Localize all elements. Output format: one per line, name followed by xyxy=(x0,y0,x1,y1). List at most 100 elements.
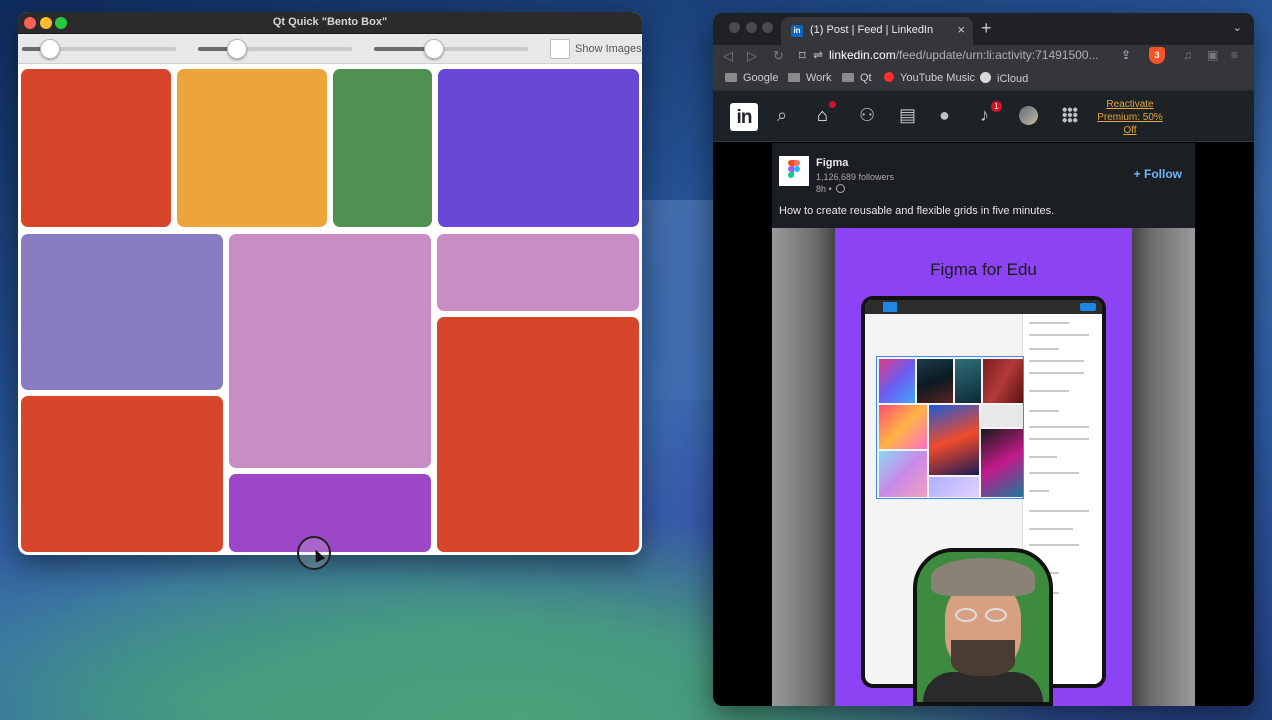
slider-3-handle[interactable] xyxy=(424,39,445,59)
tile-orange xyxy=(177,69,327,227)
site-info-icon[interactable]: ⇌ xyxy=(813,48,823,62)
search-icon[interactable]: ⌕ xyxy=(777,105,787,126)
url-path: /feed/update/urn:li:activity:71491500... xyxy=(895,48,1099,62)
thumbnail xyxy=(983,359,1023,403)
reload-icon[interactable]: ↻ xyxy=(773,48,784,64)
tile-red-bottom-left xyxy=(21,396,223,552)
slider-2[interactable] xyxy=(198,39,352,59)
panel-line xyxy=(1029,438,1089,440)
browser-window: in (1) Post | Feed | LinkedIn × + ⌄ ◁ ▷ … xyxy=(713,13,1254,706)
panel-line xyxy=(1029,456,1057,458)
extensions-icon[interactable]: ♫ xyxy=(1183,48,1192,62)
bookmark-youtube-music[interactable]: YouTube Music xyxy=(884,72,975,84)
share-icon[interactable]: ⇪ xyxy=(1121,48,1131,62)
post-time: 8h • xyxy=(816,184,846,194)
thumbnail xyxy=(929,405,979,475)
reactivate-premium-link[interactable]: Reactivate Premium: 50% Off xyxy=(1093,98,1167,137)
tile-pink-tall xyxy=(229,234,431,468)
thumbnail xyxy=(981,405,1023,427)
slider-2-handle[interactable] xyxy=(226,39,247,59)
browser-minimize-button[interactable] xyxy=(746,22,757,33)
thumbnail xyxy=(879,359,915,403)
browser-close-button[interactable] xyxy=(729,22,740,33)
home-badge xyxy=(829,101,836,108)
thumbnail xyxy=(955,359,981,403)
menu-icon[interactable]: ≡ xyxy=(1231,48,1238,62)
figma-logo-segment xyxy=(788,172,794,178)
url-input[interactable]: ⇌ linkedin.com/feed/update/urn:li:activi… xyxy=(813,45,1139,67)
messaging-icon[interactable]: ● xyxy=(939,105,950,126)
video-title: Figma for Edu xyxy=(930,260,1037,279)
tab-close-icon[interactable]: × xyxy=(957,22,965,37)
thumbnail xyxy=(981,429,1023,497)
slider-3[interactable] xyxy=(374,39,528,59)
new-tab-plus-icon[interactable]: + xyxy=(981,18,992,39)
bookmark-qt[interactable]: Qt xyxy=(842,72,872,84)
network-icon[interactable]: ⚇ xyxy=(859,105,875,126)
figma-frame xyxy=(876,356,1024,499)
forward-arrow-icon[interactable]: ▷ xyxy=(747,48,757,64)
panel-line xyxy=(1029,426,1089,428)
back-arrow-icon[interactable]: ◁ xyxy=(723,48,733,64)
brave-shields-icon[interactable]: 3 xyxy=(1149,47,1165,64)
show-images-label: Show Images xyxy=(575,43,642,55)
bookmark-icloud[interactable]: iCloud xyxy=(980,72,1028,85)
sidebar-icon[interactable]: ▣ xyxy=(1207,48,1218,62)
post-author[interactable]: Figma xyxy=(816,157,848,169)
slider-1[interactable] xyxy=(22,39,176,59)
linkedin-nav: in ⌕ ⌂ ⚇ ▤ ● ♪ 1 Reactivate Premium: 50%… xyxy=(713,91,1254,142)
thumbnail xyxy=(879,405,927,449)
apps-grid-icon[interactable] xyxy=(1062,107,1078,123)
notifications-bell-icon[interactable]: ♪ xyxy=(980,105,989,126)
tab-list-chevron-icon[interactable]: ⌄ xyxy=(1233,21,1242,34)
tile-red-top-left xyxy=(21,69,171,227)
globe-icon xyxy=(836,184,846,193)
thumbnail xyxy=(929,477,979,497)
slider-1-handle[interactable] xyxy=(39,39,60,59)
folder-icon xyxy=(788,73,800,82)
icloud-icon xyxy=(980,72,991,83)
tab-linkedin-post[interactable]: in (1) Post | Feed | LinkedIn × xyxy=(781,17,973,45)
avatar[interactable] xyxy=(1019,106,1038,125)
panel-line xyxy=(1029,372,1084,374)
move-tool-icon xyxy=(883,302,897,312)
youtube-music-icon xyxy=(884,72,894,82)
presenter-shirt xyxy=(923,672,1043,702)
tile-purple xyxy=(229,474,431,552)
address-bar-row: ◁ ▷ ↻ ⌑ ⇌ linkedin.com/feed/update/urn:l… xyxy=(713,45,1254,67)
qt-titlebar[interactable]: Qt Quick "Bento Box" xyxy=(18,12,642,34)
url-host: linkedin.com xyxy=(829,48,896,62)
tile-red-right xyxy=(437,317,639,552)
figma-logo-segment xyxy=(794,166,800,172)
follow-button[interactable]: + Follow xyxy=(1134,167,1182,181)
thumbnail xyxy=(917,359,953,403)
qt-toolbar: Show Images xyxy=(18,34,642,64)
linkedin-logo-icon[interactable]: in xyxy=(730,103,758,131)
notifications-badge: 1 xyxy=(991,101,1002,112)
show-images-checkbox[interactable] xyxy=(550,39,570,59)
video-frame: Figma for Edu xyxy=(835,228,1132,706)
post-video[interactable]: Figma for Edu xyxy=(772,228,1195,706)
figma-toolbar xyxy=(865,300,1102,314)
tile-pink-small xyxy=(437,234,639,311)
jobs-briefcase-icon[interactable]: ▤ xyxy=(899,105,916,126)
bookmark-work[interactable]: Work xyxy=(788,72,831,84)
home-icon[interactable]: ⌂ xyxy=(817,105,828,126)
figma-logo-icon[interactable] xyxy=(779,156,809,186)
panel-line xyxy=(1029,410,1059,412)
bookmark-label: Work xyxy=(806,72,832,84)
panel-line xyxy=(1029,490,1049,492)
panel-line xyxy=(1029,472,1079,474)
bookmark-label: Qt xyxy=(860,72,872,84)
bookmark-google[interactable]: Google xyxy=(725,72,778,84)
panel-line xyxy=(1029,528,1073,530)
panel-line xyxy=(1029,334,1089,336)
glasses-lens xyxy=(985,608,1007,622)
linkedin-feed: Figma 1,126,689 followers 8h • + Follow … xyxy=(713,143,1254,706)
folder-icon xyxy=(842,73,854,82)
panel-line xyxy=(1029,348,1059,350)
browser-zoom-button[interactable] xyxy=(762,22,773,33)
bookmark-icon[interactable]: ⌑ xyxy=(799,48,806,64)
panel-line xyxy=(1029,360,1084,362)
figma-share-button xyxy=(1080,303,1096,311)
